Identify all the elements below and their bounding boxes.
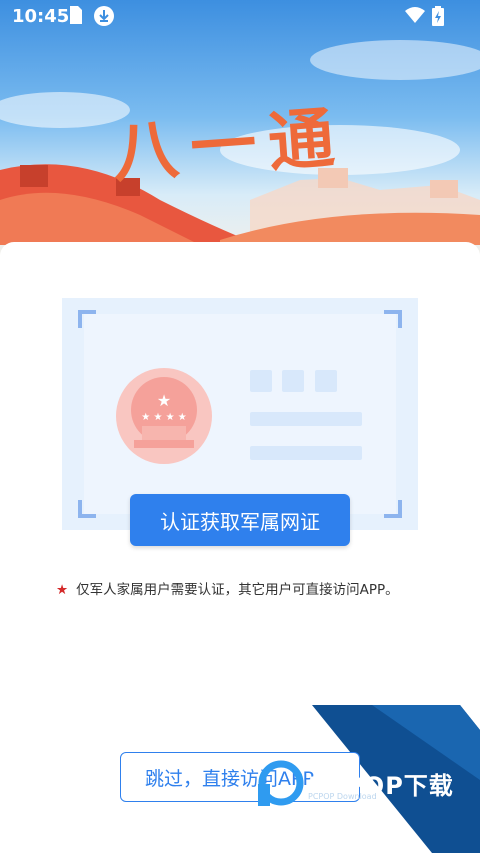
pcpop-logo-icon [258,760,304,806]
app-title: 八一通 [109,97,349,193]
download-icon [94,6,114,30]
certify-button[interactable]: 认证获取军属网证 [130,494,350,546]
notice: ★ 仅军人家属用户需要认证，其它用户可直接访问APP。 [56,578,456,598]
star-icon: ★ [56,582,69,598]
watermark-brand-sub: PCPOP Download [308,792,377,801]
status-time: 10:45 [12,6,70,27]
national-emblem-icon: ★ ★ ★ ★ ★ [116,368,212,464]
svg-text:★ ★ ★ ★: ★ ★ ★ ★ [141,412,186,423]
notice-text: 仅军人家属用户需要认证，其它用户可直接访问APP。 [76,582,399,598]
battery-charging-icon [432,6,444,30]
status-bar: 10:45 [0,0,480,34]
hero-banner: 八一通 [0,0,480,260]
wifi-icon [404,6,426,28]
sim-card-icon [70,6,82,28]
svg-text:★: ★ [157,391,171,410]
